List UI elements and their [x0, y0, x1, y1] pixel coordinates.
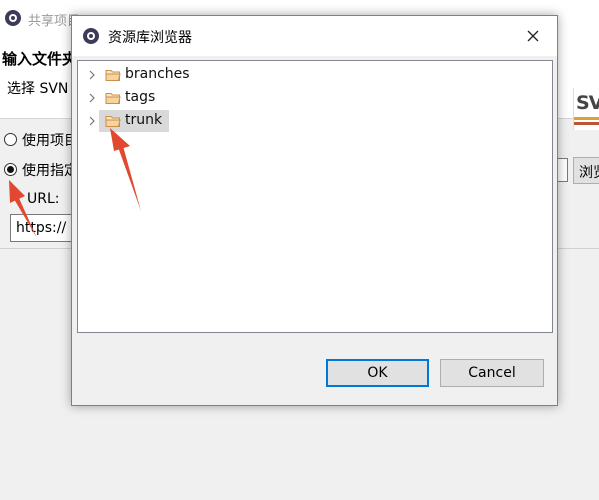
close-icon[interactable] [524, 27, 542, 45]
folder-icon [105, 70, 121, 81]
tree-item-branches[interactable]: branches [83, 64, 503, 86]
ok-button[interactable]: OK [326, 359, 429, 387]
url-input[interactable]: https:// [10, 214, 80, 242]
browse-button[interactable]: 浏览 [573, 157, 599, 184]
repository-browser-dialog: 资源库浏览器 branches tags trunk OK Cancel [71, 15, 558, 406]
tree-item-label: branches [125, 66, 190, 82]
tree-item-trunk[interactable]: trunk [83, 110, 503, 132]
chevron-right-icon[interactable] [87, 115, 97, 127]
dialog-titlebar: 资源库浏览器 [72, 16, 557, 56]
folder-icon [105, 93, 121, 104]
eclipse-app-icon [83, 28, 99, 44]
wizard-header-title: 输入文件夹 [2, 50, 78, 68]
chevron-right-icon[interactable] [87, 92, 97, 104]
use-project-radio[interactable] [4, 133, 17, 146]
wizard-header-subtitle: 选择 SVN [7, 81, 69, 97]
use-project-label: 使用项目 [22, 133, 78, 149]
use-specified-radio[interactable] [4, 163, 17, 176]
tree-item-label: tags [125, 89, 156, 105]
tree-item-tags[interactable]: tags [83, 87, 503, 109]
repository-tree[interactable]: branches tags trunk [77, 60, 553, 333]
cancel-button[interactable]: Cancel [440, 359, 544, 387]
dialog-title: 资源库浏览器 [108, 30, 192, 46]
url-label: URL: [27, 191, 60, 207]
svn-logo-text: SV [576, 92, 599, 114]
use-specified-label: 使用指定 [22, 163, 78, 179]
chevron-right-icon[interactable] [87, 69, 97, 81]
eclipse-app-icon [5, 10, 21, 26]
svn-logo: SV [573, 88, 599, 130]
folder-icon [105, 116, 121, 127]
tree-item-label: trunk [125, 112, 163, 128]
